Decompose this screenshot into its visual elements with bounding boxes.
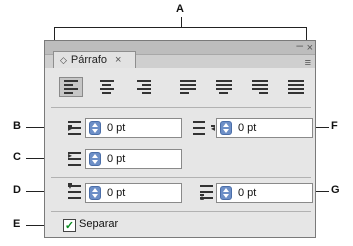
- paragraph-panel: – × ◇ Párrafo × ≡ ▸ 0 pt ◂ 0: [44, 38, 316, 238]
- space-after-value: 0 pt: [238, 187, 257, 199]
- hyphenate-checkbox[interactable]: ✓: [63, 219, 76, 232]
- callout-d: D: [13, 184, 21, 196]
- first-line-indent-stepper[interactable]: [89, 152, 101, 166]
- space-after-stepper[interactable]: [220, 186, 232, 200]
- left-indent-icon: ▸: [63, 121, 81, 135]
- justify-last-right-button[interactable]: [248, 77, 272, 97]
- left-indent-field[interactable]: 0 pt: [85, 118, 182, 138]
- callout-a-bracket: [54, 27, 307, 28]
- callout-a: A: [176, 3, 184, 15]
- space-before-icon: ▾: [63, 183, 81, 199]
- tab-paragraph[interactable]: ◇ Párrafo ×: [53, 51, 136, 68]
- space-before-stepper[interactable]: [89, 186, 101, 200]
- callout-a-stem: [181, 17, 182, 27]
- justify-all-button[interactable]: [284, 77, 308, 97]
- tab-label: Párrafo: [70, 54, 107, 66]
- first-line-indent-value: 0 pt: [107, 153, 126, 165]
- callout-e: E: [13, 218, 21, 230]
- callout-g: G: [331, 184, 340, 196]
- callout-b: B: [13, 120, 21, 132]
- minimize-icon[interactable]: –: [296, 38, 303, 52]
- align-center-button[interactable]: [95, 77, 119, 97]
- space-before-field[interactable]: 0 pt: [85, 183, 182, 203]
- right-indent-field[interactable]: 0 pt: [216, 118, 313, 138]
- left-indent-value: 0 pt: [107, 122, 126, 134]
- right-indent-icon: ◂: [193, 121, 216, 135]
- panel-menu-icon[interactable]: ≡: [305, 57, 311, 69]
- space-before-value: 0 pt: [107, 187, 126, 199]
- divider: [51, 177, 311, 178]
- callout-c: C: [13, 151, 21, 163]
- right-indent-stepper[interactable]: [220, 121, 232, 135]
- divider: [51, 211, 311, 212]
- callout-f: F: [331, 120, 338, 132]
- align-right-button[interactable]: [131, 77, 155, 97]
- justify-last-left-button[interactable]: [176, 77, 200, 97]
- window-close-icon[interactable]: ×: [307, 42, 313, 54]
- hyphenate-label[interactable]: Separar: [79, 218, 118, 230]
- tab-diamond-icon: ◇: [60, 54, 67, 65]
- space-after-icon: ▴: [195, 185, 213, 202]
- checkmark-icon: ✓: [64, 220, 75, 232]
- space-after-field[interactable]: 0 pt: [216, 183, 313, 203]
- left-indent-stepper[interactable]: [89, 121, 101, 135]
- first-line-indent-field[interactable]: 0 pt: [85, 149, 182, 169]
- tab-close-icon[interactable]: ×: [115, 54, 121, 66]
- divider: [51, 107, 311, 108]
- first-line-indent-icon: ▸: [63, 152, 81, 166]
- align-left-button[interactable]: [59, 77, 83, 97]
- justify-last-center-button[interactable]: [212, 77, 236, 97]
- right-indent-value: 0 pt: [238, 122, 257, 134]
